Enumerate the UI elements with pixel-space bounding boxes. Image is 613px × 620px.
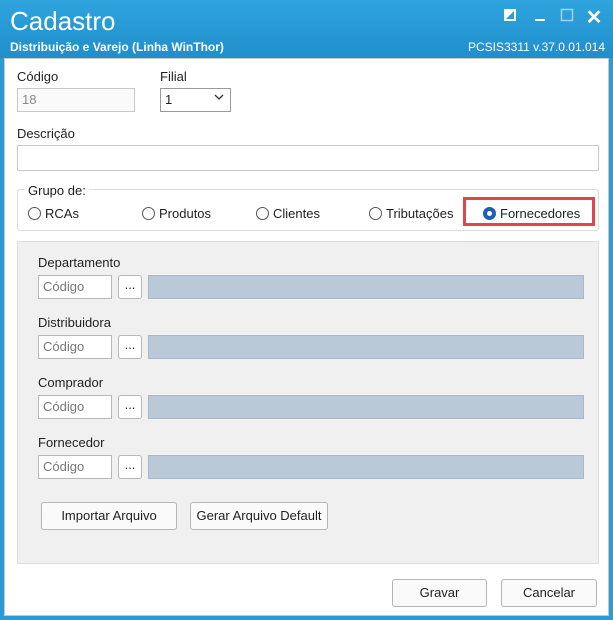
fornecedor-code-input[interactable]: Código [38, 455, 112, 479]
fornecedor-description-field [148, 455, 584, 479]
radio-label: Produtos [159, 206, 212, 221]
descricao-input[interactable] [17, 145, 599, 171]
importar-arquivo-button[interactable]: Importar Arquivo [41, 502, 177, 530]
radio-label: Tributações [386, 206, 454, 221]
descricao-label: Descrição [17, 126, 75, 141]
departamento-code-input[interactable]: Código [38, 275, 112, 299]
filial-select[interactable]: 1 [160, 88, 231, 112]
filter-panel: Departamento Código ... Distribuidora Có… [17, 241, 599, 564]
restore-icon[interactable] [500, 8, 520, 28]
radio-produtos[interactable]: Produtos [142, 206, 211, 221]
cancelar-button[interactable]: Cancelar [501, 579, 597, 607]
minimize-icon[interactable] [530, 8, 550, 28]
radio-rcas[interactable]: RCAs [28, 206, 79, 221]
radio-circle-icon [369, 207, 382, 220]
comprador-label: Comprador [38, 375, 104, 390]
distribuidora-lookup-button[interactable]: ... [118, 335, 142, 359]
title-bar: Cadastro Distribuição e Varejo (Linha Wi… [0, 0, 613, 58]
distribuidora-description-field [148, 335, 584, 359]
filial-value: 1 [165, 92, 173, 107]
chevron-down-icon [214, 92, 224, 105]
radio-tributacoes[interactable]: Tributações [369, 206, 453, 221]
window-subtitle: Distribuição e Varejo (Linha WinThor) [10, 40, 224, 54]
departamento-label: Departamento [38, 255, 121, 270]
codigo-field[interactable]: 18 [17, 88, 135, 112]
highlight-box [463, 197, 595, 226]
comprador-lookup-button[interactable]: ... [118, 395, 142, 419]
codigo-label: Código [17, 69, 59, 84]
comprador-description-field [148, 395, 584, 419]
radio-circle-icon [28, 207, 41, 220]
radio-clientes[interactable]: Clientes [256, 206, 320, 221]
fornecedor-label: Fornecedor [38, 435, 105, 450]
gravar-button[interactable]: Gravar [392, 579, 487, 607]
comprador-code-input[interactable]: Código [38, 395, 112, 419]
departamento-lookup-button[interactable]: ... [118, 275, 142, 299]
maximize-icon[interactable] [557, 8, 577, 28]
grupo-title: Grupo de: [25, 183, 89, 198]
cadastro-window: Cadastro Distribuição e Varejo (Linha Wi… [0, 0, 613, 620]
filial-label: Filial [160, 69, 187, 84]
distribuidora-label: Distribuidora [38, 315, 111, 330]
fornecedor-lookup-button[interactable]: ... [118, 455, 142, 479]
version-label: PCSIS3311 v.37.0.01.014 [468, 40, 605, 54]
radio-circle-icon [256, 207, 269, 220]
radio-label: Clientes [273, 206, 320, 221]
close-icon[interactable]: ✕ [584, 8, 604, 28]
radio-circle-icon [142, 207, 155, 220]
window-title: Cadastro [10, 6, 116, 36]
gerar-arquivo-default-button[interactable]: Gerar Arquivo Default [190, 502, 328, 530]
form-area: Código 18 Filial 1 Descrição Grupo de: R… [4, 58, 609, 616]
distribuidora-code-input[interactable]: Código [38, 335, 112, 359]
departamento-description-field [148, 275, 584, 299]
radio-label: RCAs [45, 206, 79, 221]
